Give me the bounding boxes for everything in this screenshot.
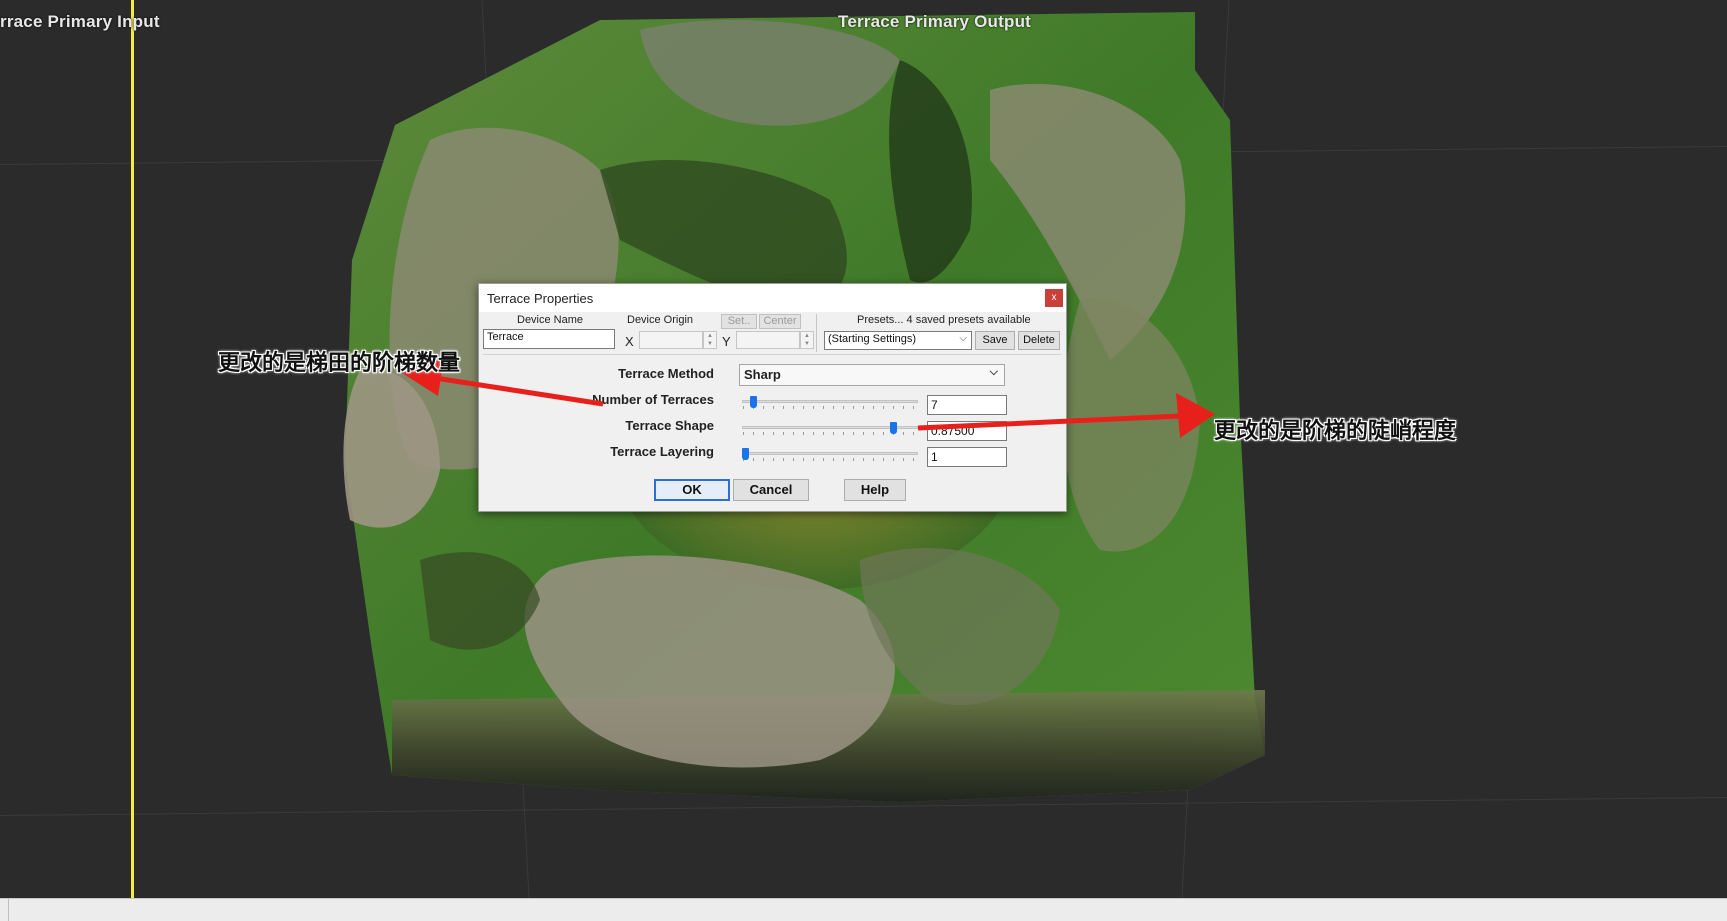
center-button[interactable]: Center bbox=[759, 314, 801, 329]
origin-y-spinner[interactable]: ▲ ▼ bbox=[800, 331, 814, 349]
dialog-title: Terrace Properties bbox=[487, 291, 594, 306]
terrace-method-label: Terrace Method bbox=[618, 366, 714, 381]
timeline-marker[interactable] bbox=[131, 0, 134, 898]
cancel-button[interactable]: Cancel bbox=[733, 479, 809, 501]
number-of-terraces-label: Number of Terraces bbox=[592, 392, 714, 407]
terraces-slider-ticks bbox=[743, 406, 919, 409]
x-label: X bbox=[625, 334, 634, 349]
presets-label: Presets... 4 saved presets available bbox=[857, 314, 1031, 326]
terrace-layering-label: Terrace Layering bbox=[610, 444, 714, 459]
origin-x-input[interactable] bbox=[639, 331, 703, 349]
layering-value-input[interactable]: 1 bbox=[927, 447, 1007, 467]
shape-value-input[interactable]: 0.87500 bbox=[927, 421, 1007, 441]
status-separator bbox=[8, 899, 9, 921]
terrace-properties-dialog: Terrace Properties x Device Name Terrace… bbox=[478, 283, 1067, 512]
presets-dropdown[interactable]: (Starting Settings) ⌵ bbox=[824, 331, 972, 350]
terrace-method-select[interactable]: Sharp ⌵ bbox=[739, 364, 1005, 386]
origin-x-spinner[interactable]: ▲ ▼ bbox=[703, 331, 717, 349]
ok-button[interactable]: OK bbox=[654, 479, 730, 501]
save-preset-button[interactable]: Save bbox=[975, 331, 1015, 350]
terrace-shape-label: Terrace Shape bbox=[625, 418, 714, 433]
header-divider bbox=[816, 314, 817, 352]
layering-slider-ticks bbox=[743, 458, 919, 461]
terraces-value-input[interactable]: 7 bbox=[927, 395, 1007, 415]
left-annotation: 更改的是梯田的阶梯数量 bbox=[218, 351, 461, 376]
close-icon[interactable]: x bbox=[1045, 289, 1063, 307]
presets-selected: (Starting Settings) bbox=[828, 333, 917, 345]
set-button[interactable]: Set.. bbox=[721, 314, 757, 329]
section-divider bbox=[483, 354, 1061, 355]
delete-preset-button[interactable]: Delete bbox=[1018, 331, 1060, 350]
chevron-down-icon: ⌵ bbox=[989, 366, 998, 378]
status-bar bbox=[0, 898, 1727, 921]
chevron-down-icon: ⌵ bbox=[959, 333, 967, 344]
shape-slider-thumb[interactable] bbox=[889, 422, 897, 434]
terraces-slider-thumb[interactable] bbox=[750, 396, 758, 408]
primary-output-label: Terrace Primary Output bbox=[838, 12, 1032, 31]
origin-y-input[interactable] bbox=[736, 331, 800, 349]
device-name-label: Device Name bbox=[517, 314, 584, 326]
device-origin-label: Device Origin bbox=[627, 314, 694, 326]
y-label: Y bbox=[722, 334, 731, 349]
layering-slider-track[interactable] bbox=[742, 452, 918, 455]
layering-slider-thumb[interactable] bbox=[742, 448, 749, 460]
device-name-input[interactable]: Terrace bbox=[483, 329, 615, 349]
terrace-method-value: Sharp bbox=[744, 367, 781, 382]
help-button[interactable]: Help bbox=[844, 479, 906, 501]
dialog-title-bar[interactable]: Terrace Properties x bbox=[479, 284, 1066, 312]
terraces-slider-track[interactable] bbox=[742, 400, 918, 403]
right-annotation: 更改的是阶梯的陡峭程度 bbox=[1214, 419, 1457, 444]
primary-input-label: rrace Primary Input bbox=[0, 12, 160, 31]
